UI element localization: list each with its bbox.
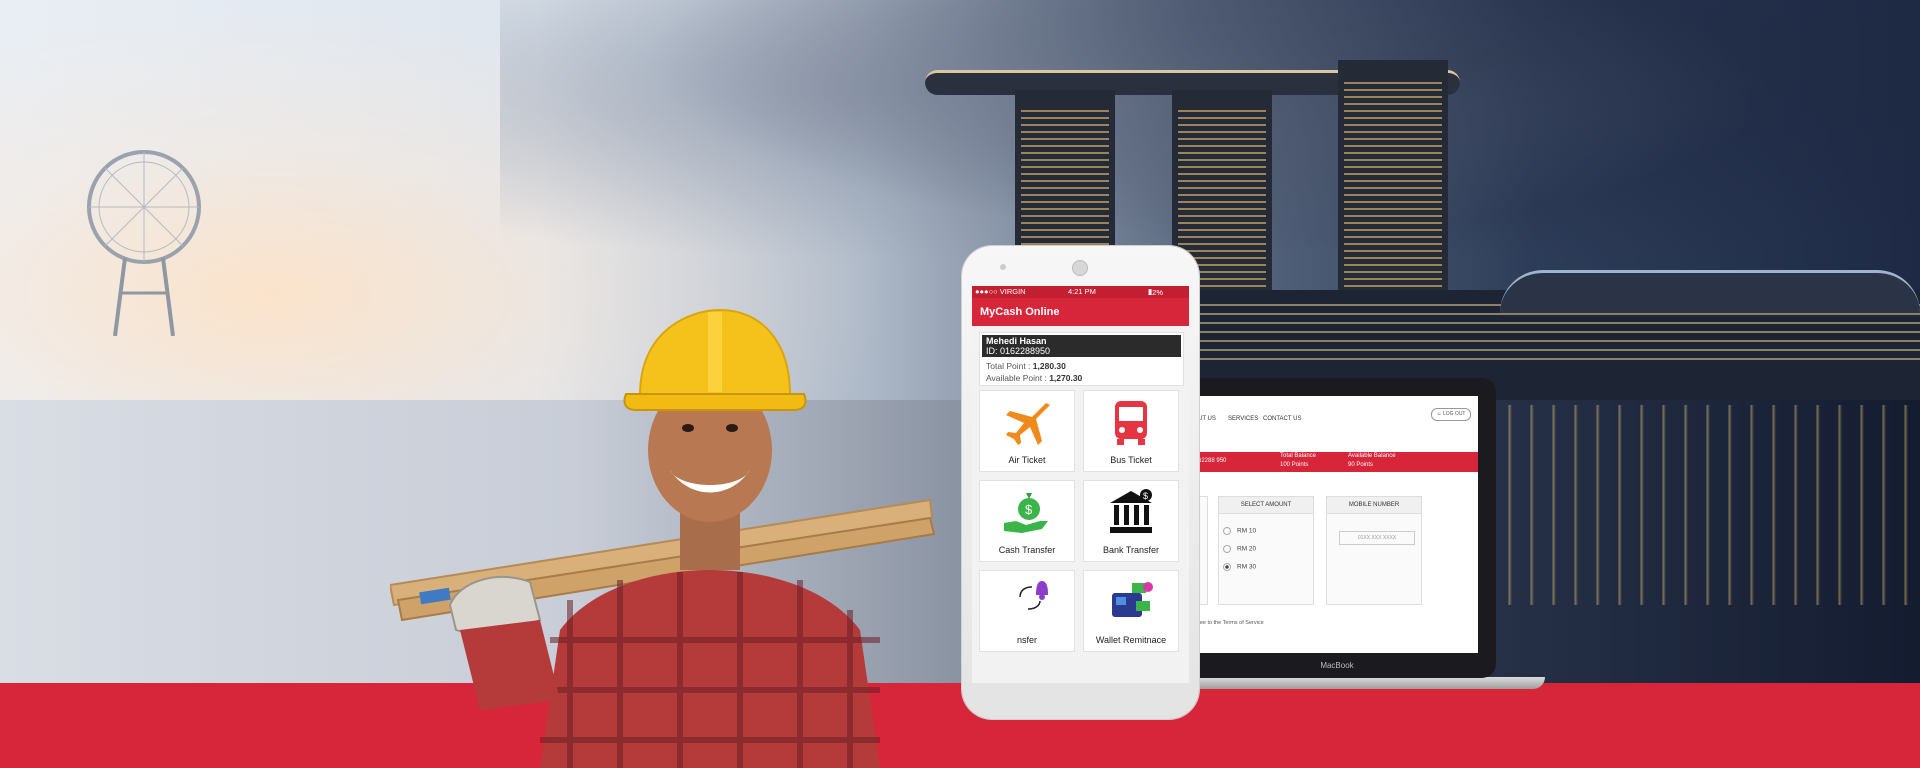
mobile-number-input[interactable]: 01XX XXX XXXX [1339, 531, 1415, 545]
nav-services[interactable]: SERVICES [1228, 416, 1258, 422]
terms-text: ree to the Terms of Service [1198, 620, 1264, 626]
status-bar: ●●●○○ VIRGIN 4:21 PM 22% ▮ [972, 286, 1189, 298]
wallet-icon [1112, 582, 1153, 617]
convention-center [1500, 270, 1920, 313]
phone-sensor [1000, 264, 1006, 270]
carrier: ●●●○○ VIRGIN [975, 287, 1026, 296]
hard-hat [623, 308, 807, 411]
bank-icon: $ [1110, 489, 1152, 533]
bus-icon [1115, 401, 1147, 445]
amount-option[interactable]: RM 10 [1223, 527, 1256, 535]
laptop-brand: MacBook [1320, 661, 1354, 670]
select-amount-title: SELECT AMOUNT [1219, 497, 1313, 514]
clock: 4:21 PM [1068, 287, 1096, 296]
tile-bank-transfer[interactable]: $ Bank Transfer [1083, 480, 1179, 562]
laptop: UT US SERVICES CONTACT US ☺ LOG OUT 6228… [1178, 378, 1496, 678]
battery: 22% ▮ [1148, 287, 1164, 297]
amount-option-selected[interactable]: RM 30 [1223, 563, 1256, 571]
phone-camera [1072, 260, 1088, 276]
water-reflections [1490, 405, 1920, 605]
mobile-number-box: MOBILE NUMBER 01XX XXX XXXX [1326, 496, 1422, 605]
tile-wallet-remittance[interactable]: Wallet Remitnace [1083, 570, 1179, 652]
available-balance-value: 90 Points [1348, 462, 1374, 468]
total-balance-label: Total Balance [1280, 453, 1317, 459]
laptop-screen: UT US SERVICES CONTACT US ☺ LOG OUT 6228… [1198, 396, 1478, 653]
nav-contact-us[interactable]: CONTACT US [1263, 416, 1301, 422]
total-balance-value: 100 Points [1280, 462, 1309, 468]
mobile-number-title: MOBILE NUMBER [1327, 497, 1421, 514]
tile-label: Bus Ticket [1110, 455, 1152, 465]
amount-option[interactable]: RM 20 [1223, 545, 1256, 553]
nav-about-us[interactable]: UT US [1198, 416, 1216, 422]
available-balance-label: Available Balance [1348, 453, 1396, 459]
balance-bar: 62288 950 Total Balance 100 Points Avail… [1198, 452, 1478, 472]
tile-label: Bank Transfer [1102, 545, 1160, 555]
logout-button[interactable]: ☺ LOG OUT [1431, 408, 1471, 421]
tile-label: Wallet Remitnace [1095, 635, 1167, 645]
tile-bus-ticket[interactable]: Bus Ticket [1083, 390, 1179, 472]
laptop-base [1150, 677, 1545, 689]
logout-label: LOG OUT [1442, 411, 1466, 417]
select-amount-box: SELECT AMOUNT RM 10 RM 20 RM 30 [1218, 496, 1314, 605]
account-id: 62288 950 [1198, 458, 1227, 464]
svg-text:$: $ [1143, 491, 1148, 501]
construction-worker [390, 308, 936, 768]
ferris-wheel [87, 150, 201, 336]
operator-box [1198, 496, 1208, 605]
